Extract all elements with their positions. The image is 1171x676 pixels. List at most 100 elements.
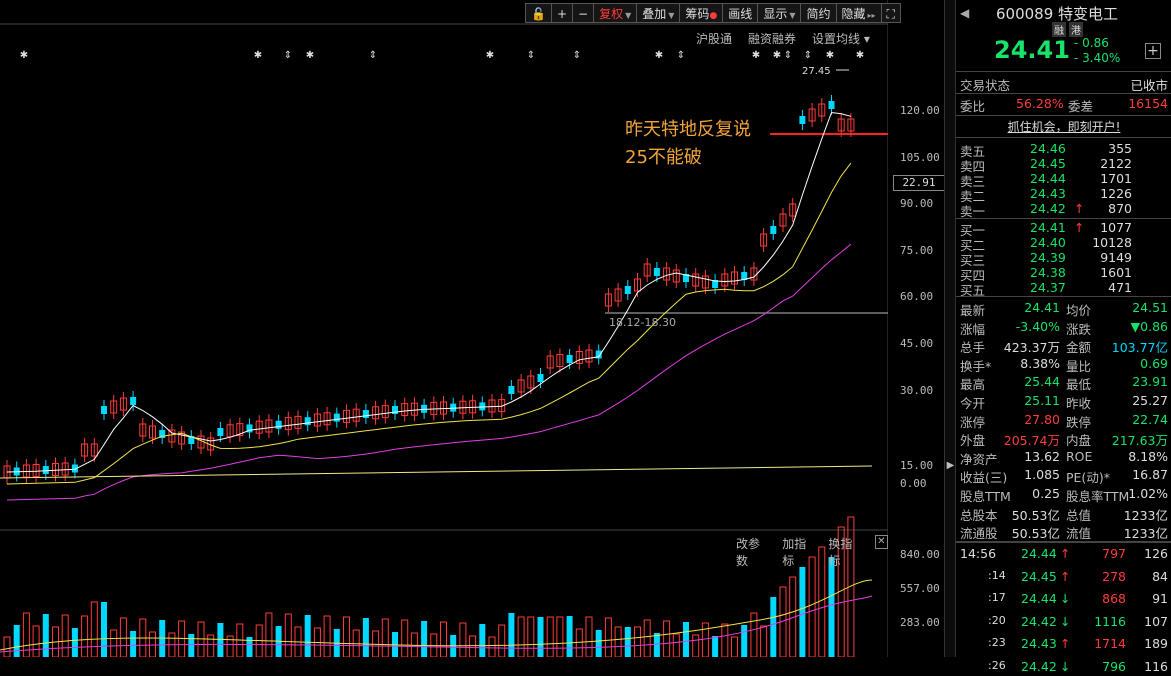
- price-change-pct: - 3.40%: [1074, 51, 1121, 65]
- tick-row: :17 24.44 ↓ 868 91: [960, 591, 1168, 608]
- ask-row[interactable]: 卖一 24.42 ↑ 870: [960, 201, 1168, 219]
- high-marker: 27.45: [802, 66, 831, 77]
- chevron-down-icon: ▼: [789, 11, 796, 20]
- display-button[interactable]: 显示 ▼: [757, 3, 802, 23]
- volume-bar: [479, 624, 486, 657]
- switch-indicator-button[interactable]: 换指标: [828, 535, 862, 569]
- ask-volume: 870: [1108, 201, 1132, 216]
- volume-bar: [81, 615, 89, 657]
- event-marker: ⇕: [527, 50, 535, 61]
- chart-subbar: 沪股通 融资融券 设置均线 ▾: [696, 30, 870, 47]
- range-label: 18.12-18.30: [609, 316, 676, 329]
- stat-row: 流通股 50.53亿 流值 1233亿: [960, 523, 1168, 542]
- up-arrow-icon: ↑: [1074, 201, 1085, 216]
- tick-time: :20: [988, 613, 1006, 627]
- hide-button[interactable]: 隐藏 ▸▸: [835, 3, 882, 23]
- candle-body: [275, 420, 282, 429]
- chevron-down-icon: ▼: [668, 11, 675, 20]
- stat-label: 股息率TTM: [1066, 489, 1130, 504]
- edit-params-button[interactable]: 改参数: [736, 535, 770, 569]
- volume-bar: [469, 635, 477, 657]
- stat-row: 涨停 27.80 跌停 22.74: [960, 412, 1168, 430]
- stat-value: 1233亿: [1123, 526, 1168, 542]
- stat-label: 最高: [960, 377, 986, 393]
- volume-bar: [343, 616, 350, 657]
- ma60-line: [0, 465, 873, 479]
- volume-bar: [421, 621, 428, 657]
- fuquan-button[interactable]: 复权 ▼: [593, 3, 638, 23]
- ask-price: 24.43: [1030, 186, 1066, 201]
- add-watchlist-icon[interactable]: +: [1145, 43, 1161, 59]
- volume-bar: [643, 619, 651, 657]
- zoom-in-icon[interactable]: +: [550, 3, 574, 23]
- volume-bar: [692, 634, 700, 657]
- bid-price: 24.37: [1030, 280, 1066, 295]
- volume-bar: [207, 634, 215, 657]
- overlay-button[interactable]: 叠加 ▼: [636, 3, 681, 23]
- stat-value: 50.53亿: [1011, 526, 1060, 542]
- open-account-link[interactable]: 抓住机会，即刻开户!: [956, 118, 1171, 135]
- candle-body: [479, 402, 486, 411]
- add-indicator-button[interactable]: 加指标: [782, 535, 816, 569]
- candle-body: [42, 466, 49, 474]
- stat-row: 换手* 8.38% 量比 0.69: [960, 356, 1168, 374]
- stat-value: 13.62: [1024, 448, 1060, 464]
- hsgt-link[interactable]: 沪股通: [696, 30, 732, 47]
- candle-body: [101, 406, 107, 414]
- zoom-out-icon[interactable]: −: [572, 3, 595, 23]
- stat-row: 今开 25.11 昨收 25.27: [960, 393, 1168, 411]
- stat-label: 昨收: [1066, 396, 1092, 411]
- event-marker: ✱: [655, 50, 663, 61]
- simple-mode-button[interactable]: 简约: [800, 3, 837, 23]
- tick-volume: 797: [1102, 546, 1126, 561]
- fullscreen-icon[interactable]: ⛶: [880, 3, 901, 23]
- volume-bar: [13, 625, 20, 657]
- bid-volume: 1077: [1100, 220, 1132, 235]
- bid-row[interactable]: 买五 24.37 471: [960, 280, 1168, 298]
- stat-value: 217.63万: [1111, 433, 1168, 449]
- stat-value: 1233亿: [1123, 507, 1168, 523]
- volume-bar: [488, 636, 496, 657]
- volume-bar: [595, 630, 602, 657]
- stat-value: 1.02%: [1128, 486, 1168, 501]
- tick-count: 91: [1152, 591, 1168, 606]
- volume-bar: [614, 626, 622, 657]
- tick-time: :26: [988, 658, 1006, 672]
- stat-label: 流值: [1066, 526, 1092, 542]
- stat-label: 跌停: [1066, 414, 1092, 430]
- kline-chart-area[interactable]: ✱ ✱ ⇕ ✱ ⇕ ✱ ⇕ ⇕ ✱ ⇕ ✱ ✱ ⇕ ⇕ ✱ ✱ 27.45 🔓 + − 复权 ▼ 叠加 ▼ 筹码● …: [0, 0, 901, 657]
- down-arrow-icon: ↓: [1060, 658, 1071, 674]
- chips-button[interactable]: 筹码●: [679, 3, 724, 23]
- volume-bar: [498, 624, 506, 657]
- volume-bar: [401, 619, 409, 657]
- bid-volume: 471: [1108, 280, 1132, 295]
- volume-bar: [226, 635, 234, 657]
- stat-value: 25.44: [1024, 374, 1060, 390]
- up-arrow-icon: ↑: [1074, 220, 1085, 235]
- candle-body: [333, 413, 340, 422]
- volume-bar: [440, 621, 447, 657]
- stat-value: 25.11: [1024, 393, 1060, 408]
- event-marker: ✱: [254, 50, 262, 61]
- bid-volume: 10128: [1092, 235, 1132, 250]
- chevron-left-icon[interactable]: ◀: [960, 6, 969, 20]
- tick-volume: 1714: [1094, 636, 1126, 651]
- margin-link[interactable]: 融资融券: [748, 30, 796, 47]
- stock-name: 特变电工: [1058, 5, 1119, 23]
- event-marker: ✱: [20, 50, 28, 61]
- ma-settings-link[interactable]: 设置均线 ▾: [812, 30, 870, 47]
- volume-bar: [556, 616, 564, 657]
- stat-label: 收益(三): [960, 470, 1008, 486]
- lock-icon[interactable]: 🔓: [525, 3, 552, 23]
- stat-label: 换手*: [960, 358, 992, 374]
- volume-bar: [71, 628, 78, 657]
- draw-line-button[interactable]: 画线: [722, 3, 759, 23]
- volume-bar: [566, 616, 573, 657]
- close-icon[interactable]: ✕: [874, 535, 888, 549]
- tick-volume: 868: [1102, 591, 1126, 606]
- annotation-text: 昨天特地反复说 25不能破: [625, 116, 751, 172]
- volume-bar: [61, 614, 69, 657]
- event-marker: ✱: [856, 50, 864, 61]
- volume-bar: [119, 617, 127, 657]
- ask-price: 24.42: [1030, 201, 1066, 216]
